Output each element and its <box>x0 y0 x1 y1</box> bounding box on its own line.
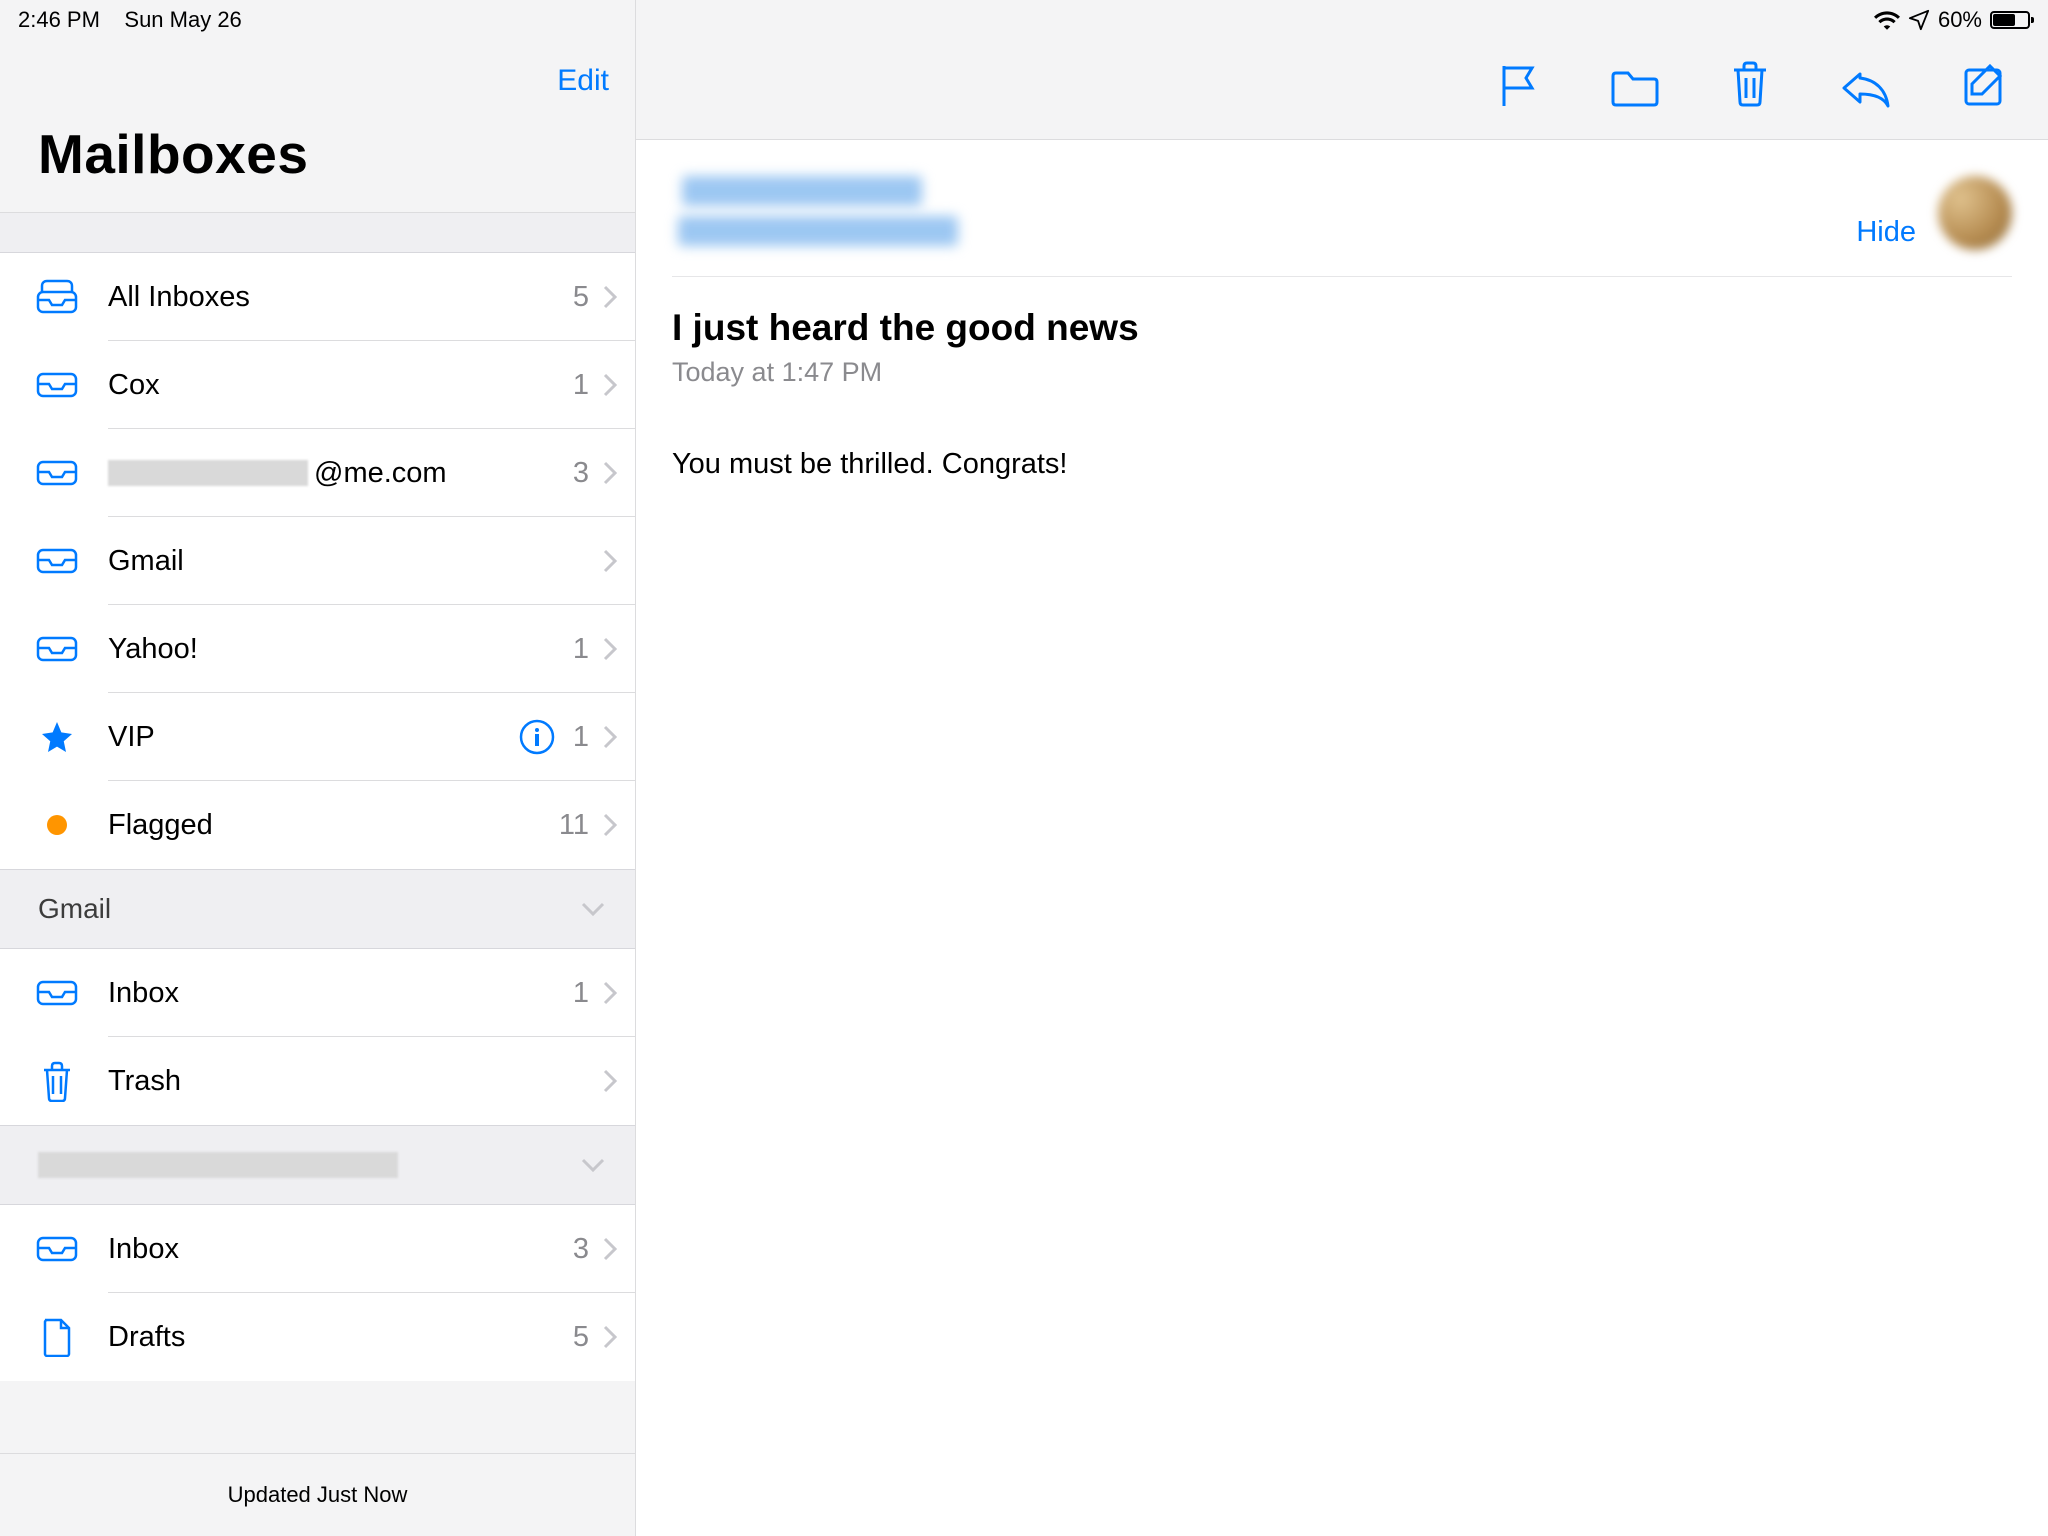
status-time: 2:46 PM <box>18 7 100 32</box>
mailbox-label: Yahoo! <box>84 633 573 666</box>
message-body: You must be thrilled. Congrats! <box>672 448 2012 481</box>
status-bar: 2:46 PM Sun May 26 60% <box>0 0 2048 40</box>
chevron-right-icon <box>603 461 617 485</box>
chevron-right-icon <box>603 725 617 749</box>
chevron-right-icon <box>603 1325 617 1349</box>
battery-percent: 60% <box>1938 7 1982 33</box>
mailbox-label: Inbox <box>84 977 573 1010</box>
tray-icon <box>30 978 84 1008</box>
info-icon[interactable] <box>519 719 555 755</box>
mailbox-count: 5 <box>573 1321 589 1354</box>
chevron-down-icon <box>581 1158 605 1172</box>
compose-button[interactable] <box>1962 62 2008 113</box>
delete-button[interactable] <box>1730 60 1770 113</box>
mailbox-acc2-drafts[interactable]: Drafts 5 <box>0 1293 635 1381</box>
chevron-right-icon <box>603 1237 617 1261</box>
mailbox-gmail[interactable]: Gmail <box>0 517 635 605</box>
location-icon <box>1908 9 1930 31</box>
mailbox-gmail-inbox[interactable]: Inbox 1 <box>0 949 635 1037</box>
mailbox-label: Flagged <box>84 809 559 842</box>
mailbox-count: 5 <box>573 281 589 314</box>
mailbox-acc2-inbox[interactable]: Inbox 3 <box>0 1205 635 1293</box>
message-subject: I just heard the good news <box>672 307 2012 349</box>
section-header-label: Gmail <box>38 893 111 925</box>
mailbox-count: 1 <box>573 721 589 754</box>
mailbox-count: 1 <box>573 633 589 666</box>
sidebar: Edit Mailboxes All Inboxes 5 <box>0 0 636 1536</box>
chevron-right-icon <box>603 1069 617 1093</box>
mailbox-label: @me.com <box>84 457 573 490</box>
mailbox-count: 11 <box>559 809 589 842</box>
tray-stack-icon <box>30 278 84 316</box>
mailbox-count: 1 <box>573 977 589 1010</box>
mailbox-count: 3 <box>573 457 589 490</box>
reply-button[interactable] <box>1840 68 1892 113</box>
sidebar-status: Updated Just Now <box>0 1453 635 1536</box>
mailbox-label: Cox <box>84 369 573 402</box>
mailbox-label: All Inboxes <box>84 281 573 314</box>
tray-icon <box>30 370 84 400</box>
hide-button[interactable]: Hide <box>1856 178 1916 249</box>
section-header-gmail[interactable]: Gmail <box>0 869 635 949</box>
chevron-right-icon <box>603 549 617 573</box>
status-left: 2:46 PM Sun May 26 <box>18 7 242 33</box>
star-icon <box>30 719 84 755</box>
trash-icon <box>30 1060 84 1102</box>
tray-icon <box>30 634 84 664</box>
mailbox-me-com[interactable]: @me.com 3 <box>0 429 635 517</box>
redacted-recipient <box>678 216 958 246</box>
mailbox-label: VIP <box>84 721 519 754</box>
document-icon <box>30 1317 84 1357</box>
mailbox-cox[interactable]: Cox 1 <box>0 341 635 429</box>
mailbox-gmail-trash[interactable]: Trash <box>0 1037 635 1125</box>
mailbox-count: 3 <box>573 1233 589 1266</box>
section-header-redacted[interactable] <box>0 1125 635 1205</box>
redacted-sender <box>682 176 922 206</box>
status-date: Sun May 26 <box>124 7 241 32</box>
tray-icon <box>30 458 84 488</box>
message-header: Hide <box>672 160 2012 277</box>
tray-icon <box>30 1234 84 1264</box>
redacted-text <box>38 1152 398 1178</box>
mailbox-count: 1 <box>573 369 589 402</box>
sidebar-title: Mailboxes <box>0 108 635 212</box>
chevron-right-icon <box>603 285 617 309</box>
mailbox-vip[interactable]: VIP 1 <box>0 693 635 781</box>
mailbox-label: Drafts <box>84 1321 573 1354</box>
wifi-icon <box>1874 10 1900 30</box>
flag-dot-icon <box>30 813 84 837</box>
message-timestamp: Today at 1:47 PM <box>672 357 2012 388</box>
tray-icon <box>30 546 84 576</box>
chevron-right-icon <box>603 981 617 1005</box>
main-pane: Hide I just heard the good news Today at… <box>636 0 2048 1536</box>
chevron-right-icon <box>603 373 617 397</box>
mailbox-label: Gmail <box>84 545 603 578</box>
flag-button[interactable] <box>1498 62 1540 113</box>
chevron-right-icon <box>603 637 617 661</box>
battery-icon <box>1990 11 2030 29</box>
mailbox-label: Inbox <box>84 1233 573 1266</box>
mailbox-yahoo[interactable]: Yahoo! 1 <box>0 605 635 693</box>
message-pane: Hide I just heard the good news Today at… <box>636 140 2048 1536</box>
mailbox-label: Trash <box>84 1065 603 1098</box>
status-right: 60% <box>1874 7 2030 33</box>
chevron-right-icon <box>603 813 617 837</box>
mailbox-list: All Inboxes 5 Cox 1 <box>0 253 635 869</box>
edit-button[interactable]: Edit <box>557 64 609 98</box>
mailbox-flagged[interactable]: Flagged 11 <box>0 781 635 869</box>
move-button[interactable] <box>1610 68 1660 113</box>
message-sender-block[interactable] <box>672 176 958 256</box>
redacted-text <box>108 460 308 486</box>
chevron-down-icon <box>581 902 605 916</box>
sender-avatar[interactable] <box>1938 176 2012 250</box>
mailbox-all-inboxes[interactable]: All Inboxes 5 <box>0 253 635 341</box>
